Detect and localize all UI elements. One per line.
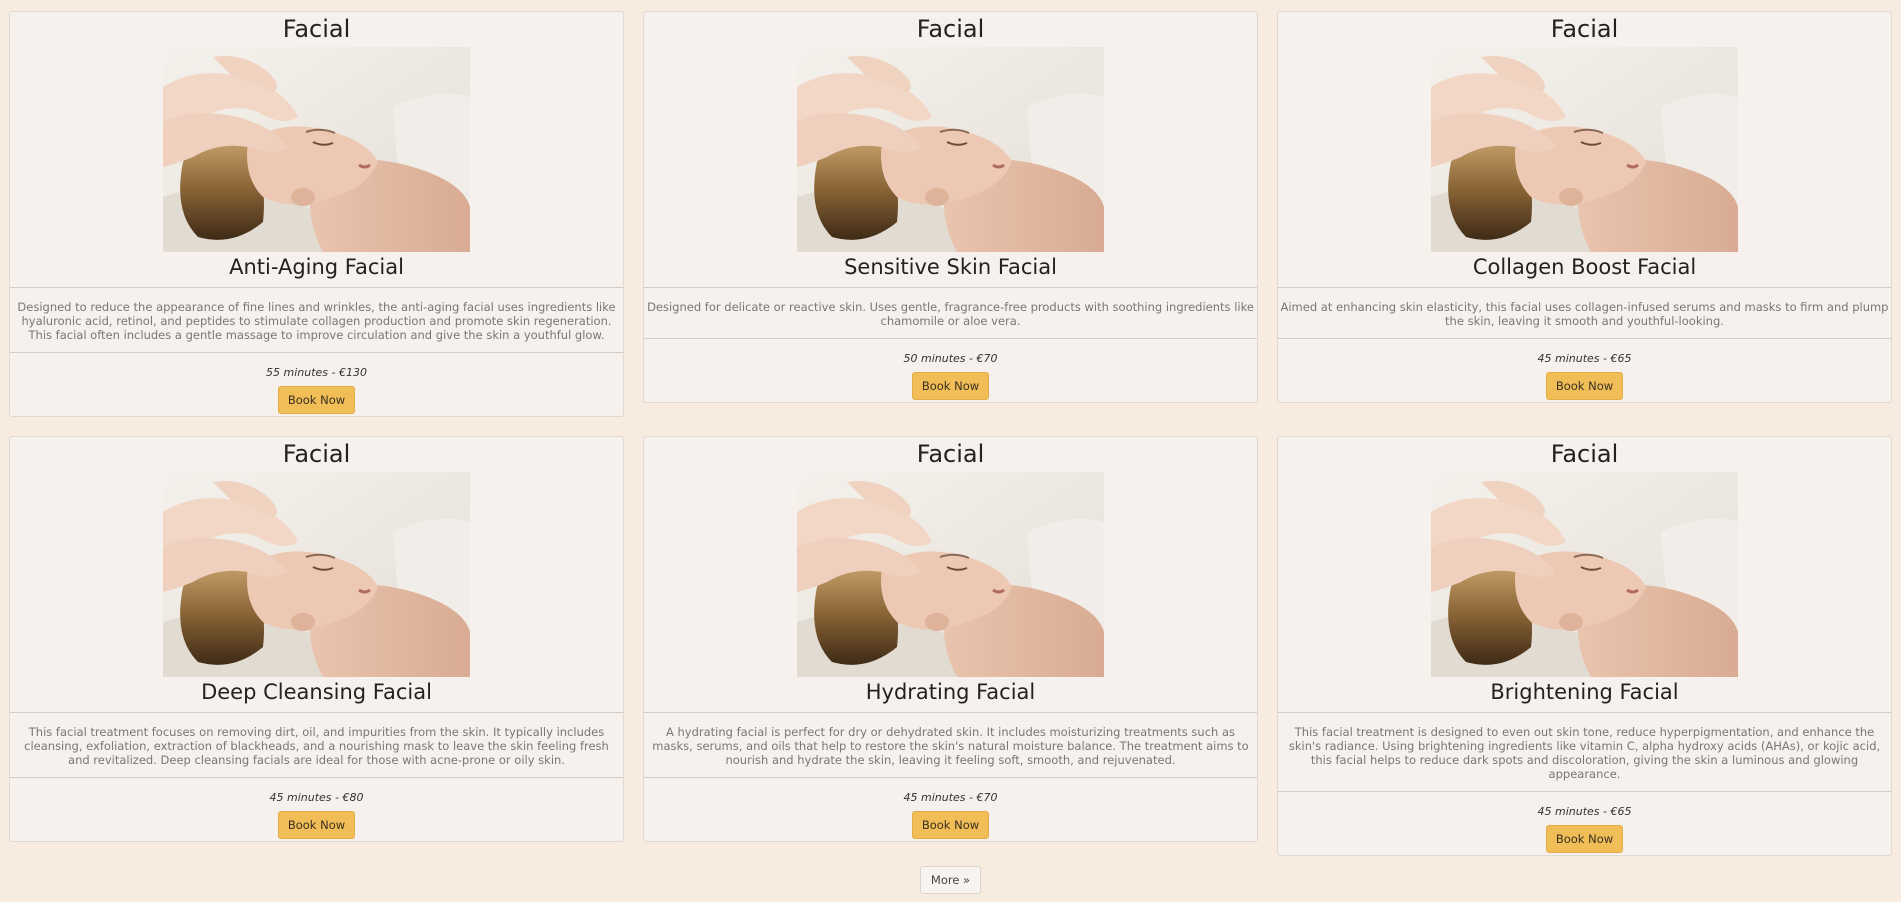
- book-now-button[interactable]: Book Now: [277, 386, 356, 414]
- treatment-name: Hydrating Facial: [865, 680, 1036, 704]
- duration-price: 50 minutes - €70: [903, 352, 998, 365]
- card-header: Facial Collagen Boost Facial: [1278, 12, 1891, 281]
- facial-treatment-photo: [797, 47, 1104, 252]
- pagination: More »: [0, 866, 1901, 894]
- category-title: Facial: [916, 15, 985, 43]
- card-header: Facial Anti-Aging Facial: [10, 12, 623, 281]
- treatment-name: Collagen Boost Facial: [1472, 255, 1697, 279]
- facial-treatment-photo: [1431, 47, 1738, 252]
- treatment-card: Facial Sensitive Skin Facial Designed fo…: [643, 11, 1258, 403]
- facial-treatment-photo: [797, 472, 1104, 677]
- card-footer: 45 minutes - €65 Book Now: [1278, 339, 1891, 402]
- book-now-button[interactable]: Book Now: [277, 811, 356, 839]
- card-header: Facial Brightening Facial: [1278, 437, 1891, 706]
- facial-treatment-photo: [1431, 472, 1738, 677]
- duration-price: 45 minutes - €65: [1537, 805, 1632, 818]
- card-footer: 45 minutes - €70 Book Now: [644, 778, 1257, 841]
- treatment-name: Deep Cleansing Facial: [201, 680, 432, 704]
- treatment-description: This facial treatment focuses on removin…: [10, 712, 623, 778]
- treatment-description: This facial treatment is designed to eve…: [1278, 712, 1891, 792]
- duration-price: 45 minutes - €65: [1537, 352, 1632, 365]
- treatment-card: Facial Hydrating Facial A hydrating faci…: [643, 436, 1258, 842]
- category-title: Facial: [1550, 15, 1619, 43]
- category-title: Facial: [1550, 440, 1619, 468]
- book-now-button[interactable]: Book Now: [911, 372, 990, 400]
- facial-treatment-photo: [163, 472, 470, 677]
- duration-price: 45 minutes - €70: [903, 791, 998, 804]
- treatment-grid: Facial Anti-Aging Facial Designed to red…: [9, 11, 1893, 856]
- book-now-button[interactable]: Book Now: [1545, 372, 1624, 400]
- card-footer: 50 minutes - €70 Book Now: [644, 339, 1257, 402]
- book-now-button[interactable]: Book Now: [1545, 825, 1624, 853]
- treatment-card: Facial Anti-Aging Facial Designed to red…: [9, 11, 624, 417]
- card-header: Facial Deep Cleansing Facial: [10, 437, 623, 706]
- treatment-description: Designed for delicate or reactive skin. …: [644, 287, 1257, 339]
- card-footer: 45 minutes - €80 Book Now: [10, 778, 623, 841]
- category-title: Facial: [282, 440, 351, 468]
- treatment-description: A hydrating facial is perfect for dry or…: [644, 712, 1257, 778]
- duration-price: 45 minutes - €80: [269, 791, 364, 804]
- duration-price: 55 minutes - €130: [266, 366, 367, 379]
- category-title: Facial: [282, 15, 351, 43]
- category-title: Facial: [916, 440, 985, 468]
- card-footer: 45 minutes - €65 Book Now: [1278, 792, 1891, 855]
- card-footer: 55 minutes - €130 Book Now: [10, 353, 623, 416]
- treatment-name: Anti-Aging Facial: [229, 255, 404, 279]
- treatment-description: Aimed at enhancing skin elasticity, this…: [1278, 287, 1891, 339]
- book-now-button[interactable]: Book Now: [911, 811, 990, 839]
- treatment-description: Designed to reduce the appearance of fin…: [10, 287, 623, 353]
- treatment-card: Facial Deep Cleansing Facial This facial…: [9, 436, 624, 842]
- more-button[interactable]: More »: [919, 866, 982, 894]
- treatment-card: Facial Collagen Boost Facial Aimed at en…: [1277, 11, 1892, 403]
- treatment-name: Sensitive Skin Facial: [844, 255, 1057, 279]
- facial-treatment-photo: [163, 47, 470, 252]
- treatment-card: Facial Brightening Facial This facial tr…: [1277, 436, 1892, 856]
- card-header: Facial Hydrating Facial: [644, 437, 1257, 706]
- card-header: Facial Sensitive Skin Facial: [644, 12, 1257, 281]
- treatment-name: Brightening Facial: [1490, 680, 1679, 704]
